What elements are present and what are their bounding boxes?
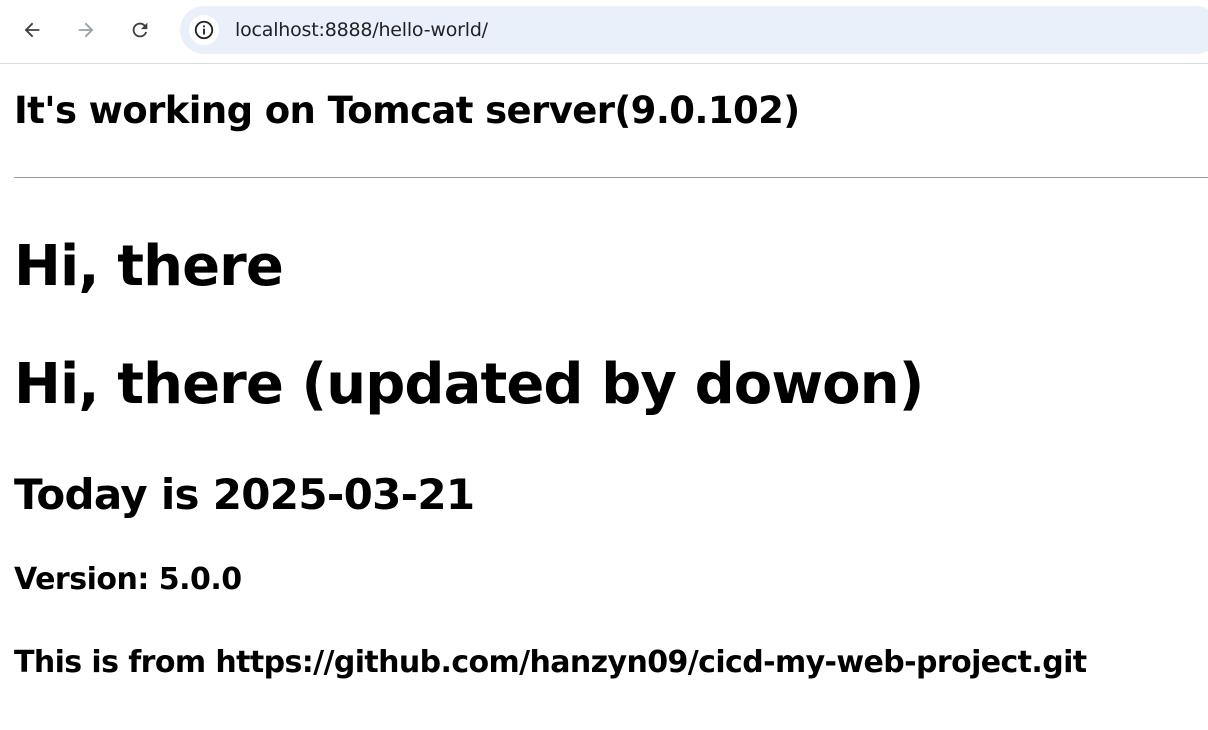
back-button[interactable] (13, 11, 51, 49)
site-info-button[interactable] (189, 15, 219, 45)
version-text: Version: 5.0.0 (14, 562, 242, 597)
greeting-updated-heading: Hi, there (updated by dowon) (14, 352, 924, 417)
source-text: This is from https://github.com/hanzyn09… (14, 645, 1087, 680)
greeting-heading: Hi, there (14, 234, 284, 299)
browser-toolbar: localhost:8888/hello-world/ (0, 0, 1208, 64)
divider (14, 177, 1208, 178)
address-bar[interactable]: localhost:8888/hello-world/ (180, 6, 1208, 54)
server-heading: It's working on Tomcat server(9.0.102) (14, 89, 800, 132)
info-circle-icon (194, 20, 214, 40)
page-content: It's working on Tomcat server(9.0.102) H… (0, 65, 1208, 730)
date-heading: Today is 2025-03-21 (14, 470, 475, 519)
url-text[interactable]: localhost:8888/hello-world/ (235, 18, 488, 42)
forward-button[interactable] (67, 11, 105, 49)
reload-icon (132, 22, 148, 38)
arrow-right-icon (78, 22, 94, 38)
arrow-left-icon (24, 22, 40, 38)
reload-button[interactable] (121, 11, 159, 49)
